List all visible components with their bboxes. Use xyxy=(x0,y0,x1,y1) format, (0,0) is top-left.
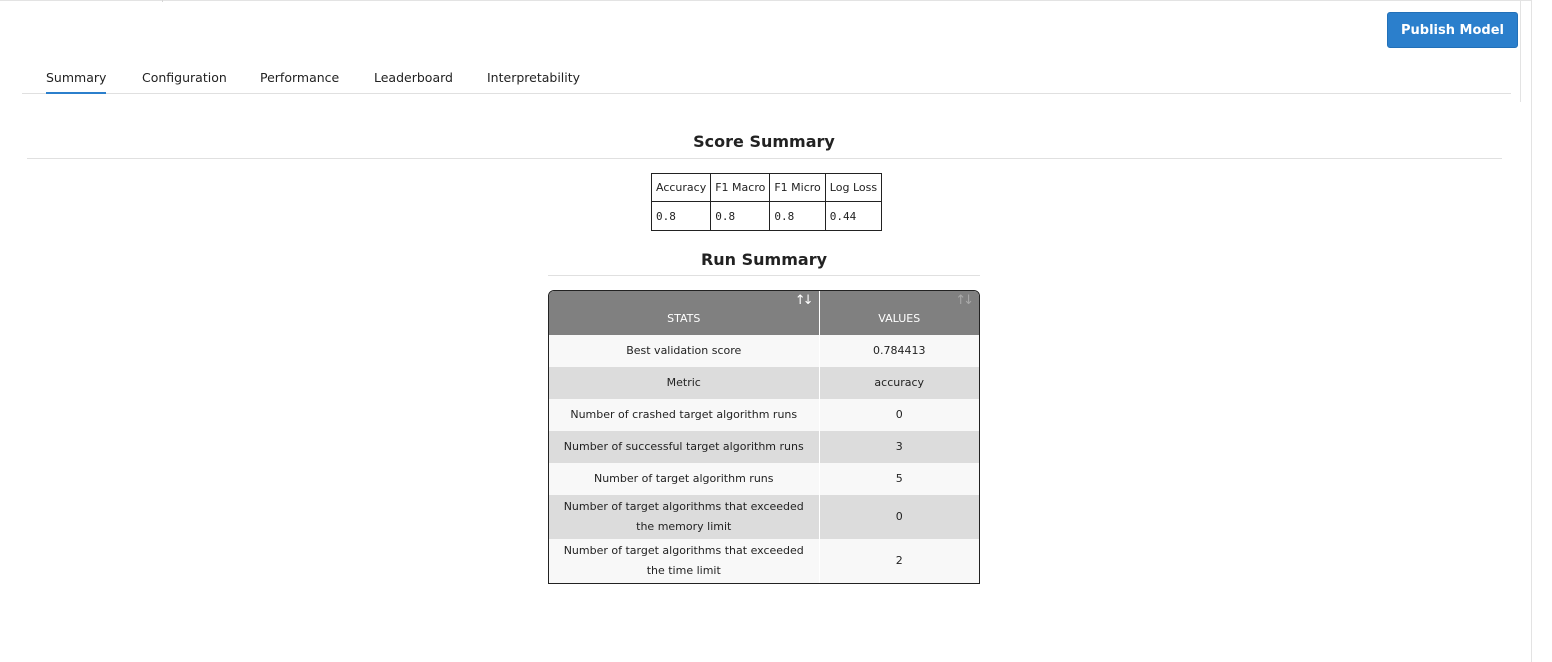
score-header-f1-micro: F1 Micro xyxy=(769,173,826,202)
column-header-values-label: VALUES xyxy=(878,312,921,325)
run-summary-table-container: ↑↓ STATS ↑↓ VALUES Best validation score… xyxy=(548,290,980,584)
top-border xyxy=(0,0,1532,1)
stat-cell: Metric xyxy=(549,367,820,399)
value-cell: 5 xyxy=(819,463,979,495)
score-value-f1-micro: 0.8 xyxy=(769,201,826,231)
score-header-accuracy: Accuracy xyxy=(650,173,712,202)
table-row: Number of crashed target algorithm runs … xyxy=(549,399,979,431)
score-value-f1-macro: 0.8 xyxy=(710,201,771,231)
tab-bar: Summary Configuration Performance Leader… xyxy=(22,62,1511,94)
table-row: Best validation score 0.784413 xyxy=(549,335,979,367)
publish-model-button[interactable]: Publish Model xyxy=(1387,12,1518,48)
run-summary-title: Run Summary xyxy=(700,250,828,269)
stat-cell: Number of target algorithms that exceede… xyxy=(549,495,820,539)
top-border-tick xyxy=(162,0,163,2)
score-header-log-loss: Log Loss xyxy=(824,173,883,202)
right-border-inner xyxy=(1520,0,1521,102)
value-cell: 2 xyxy=(819,539,979,583)
column-header-stats[interactable]: ↑↓ STATS xyxy=(549,291,820,335)
value-cell: 0 xyxy=(819,495,979,539)
stat-cell: Best validation score xyxy=(549,335,820,367)
table-row: Number of target algorithms that exceede… xyxy=(549,539,979,583)
tab-configuration[interactable]: Configuration xyxy=(142,70,227,92)
score-value-log-loss: 0.44 xyxy=(824,201,883,231)
value-cell: 3 xyxy=(819,431,979,463)
score-value-row: 0.8 0.8 0.8 0.44 xyxy=(650,201,883,231)
stat-cell: Number of target algorithms that exceede… xyxy=(549,539,820,583)
run-summary-divider xyxy=(548,275,980,276)
table-row: Number of target algorithm runs 5 xyxy=(549,463,979,495)
run-header-row: ↑↓ STATS ↑↓ VALUES xyxy=(549,291,979,335)
tab-summary[interactable]: Summary xyxy=(46,70,107,94)
score-summary-title: Score Summary xyxy=(693,132,835,151)
tab-performance[interactable]: Performance xyxy=(260,70,339,92)
score-header-row: Accuracy F1 Macro F1 Micro Log Loss xyxy=(650,173,883,202)
table-row: Metric accuracy xyxy=(549,367,979,399)
right-border xyxy=(1531,0,1532,662)
score-summary-divider xyxy=(27,158,1502,159)
stat-cell: Number of crashed target algorithm runs xyxy=(549,399,820,431)
table-row: Number of successful target algorithm ru… xyxy=(549,431,979,463)
column-header-stats-label: STATS xyxy=(667,312,701,325)
value-cell: 0 xyxy=(819,399,979,431)
column-header-values[interactable]: ↑↓ VALUES xyxy=(819,291,979,335)
value-cell: accuracy xyxy=(819,367,979,399)
stat-cell: Number of successful target algorithm ru… xyxy=(549,431,820,463)
sort-up-down-icon[interactable]: ↑↓ xyxy=(795,293,814,308)
score-value-accuracy: 0.8 xyxy=(650,201,712,231)
tab-interpretability[interactable]: Interpretability xyxy=(487,70,580,92)
run-summary-table: ↑↓ STATS ↑↓ VALUES Best validation score… xyxy=(549,291,979,583)
sort-up-down-icon[interactable]: ↑↓ xyxy=(955,293,974,308)
table-row: Number of target algorithms that exceede… xyxy=(549,495,979,539)
stat-cell: Number of target algorithm runs xyxy=(549,463,820,495)
tab-leaderboard[interactable]: Leaderboard xyxy=(374,70,453,92)
score-header-f1-macro: F1 Macro xyxy=(710,173,771,202)
score-summary-table: Accuracy F1 Macro F1 Micro Log Loss 0.8 … xyxy=(650,173,883,231)
value-cell: 0.784413 xyxy=(819,335,979,367)
